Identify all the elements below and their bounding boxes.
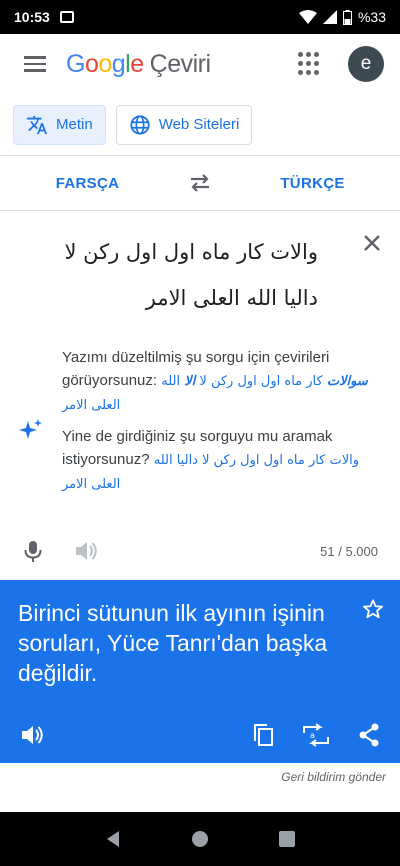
status-time: 10:53 [14, 9, 50, 25]
web-mode-label: Web Siteleri [158, 116, 240, 133]
alternate-translations-icon[interactable]: a [302, 723, 330, 747]
translation-output: Birinci sütunun ilk ayının işinin sorula… [18, 600, 328, 686]
translation-panel: Birinci sütunun ilk ayının işinin sorula… [0, 580, 400, 763]
system-navigation-bar [0, 812, 400, 866]
gallery-notification-icon [59, 11, 74, 23]
character-count: 51 / 5.000 [320, 543, 378, 559]
sparkle-icon [19, 419, 42, 439]
translate-icon [26, 115, 48, 134]
speaker-icon[interactable] [74, 540, 98, 562]
battery-percent: %33 [357, 9, 386, 25]
microphone-icon[interactable] [22, 539, 44, 563]
menu-icon[interactable] [16, 44, 56, 84]
avatar[interactable]: e [348, 46, 384, 82]
app-bar: Google Çeviri e [0, 34, 400, 94]
svg-text:a: a [310, 731, 315, 740]
close-icon[interactable] [360, 231, 384, 255]
swap-icon [191, 174, 209, 192]
swap-languages-button[interactable] [175, 173, 225, 193]
home-icon[interactable] [191, 830, 209, 848]
share-icon[interactable] [358, 723, 380, 747]
speaker-icon[interactable] [20, 724, 44, 746]
status-bar: 10:53 %33 [0, 0, 400, 34]
web-mode-button[interactable]: Web Siteleri [115, 104, 253, 145]
apps-grid-icon[interactable] [298, 52, 322, 76]
send-feedback-link[interactable]: Geri bildirim gönder [281, 770, 386, 784]
spelling-suggestions: Yazımı düzeltilmiş şu sorgu için çeviril… [62, 346, 388, 496]
text-mode-button[interactable]: Metin [13, 104, 106, 145]
battery-icon [342, 9, 352, 25]
source-language-button[interactable]: FARSÇA [0, 175, 175, 192]
app-title: Google Çeviri [66, 49, 211, 78]
source-toolbar: 51 / 5.000 [0, 536, 400, 566]
star-icon[interactable] [362, 598, 384, 620]
recents-icon[interactable] [278, 830, 296, 848]
signal-icon [322, 10, 337, 24]
product-name: Çeviri [149, 49, 211, 78]
source-input[interactable]: والات کار ماه اول اول رکن لا داليا الله … [28, 229, 318, 321]
language-selector: FARSÇA TÜRKÇE [0, 156, 400, 211]
globe-icon [130, 114, 150, 135]
wifi-icon [298, 10, 317, 24]
text-mode-label: Metin [56, 116, 93, 133]
status-right: %33 [298, 9, 386, 25]
mode-selector: Metin Web Siteleri [0, 94, 400, 156]
back-icon[interactable] [104, 830, 122, 848]
translation-actions: a [252, 723, 380, 747]
copy-icon[interactable] [252, 723, 274, 747]
translation-toolbar: a [0, 723, 400, 747]
source-panel: والات کار ماه اول اول رکن لا داليا الله … [0, 211, 400, 580]
target-language-button[interactable]: TÜRKÇE [225, 175, 400, 192]
